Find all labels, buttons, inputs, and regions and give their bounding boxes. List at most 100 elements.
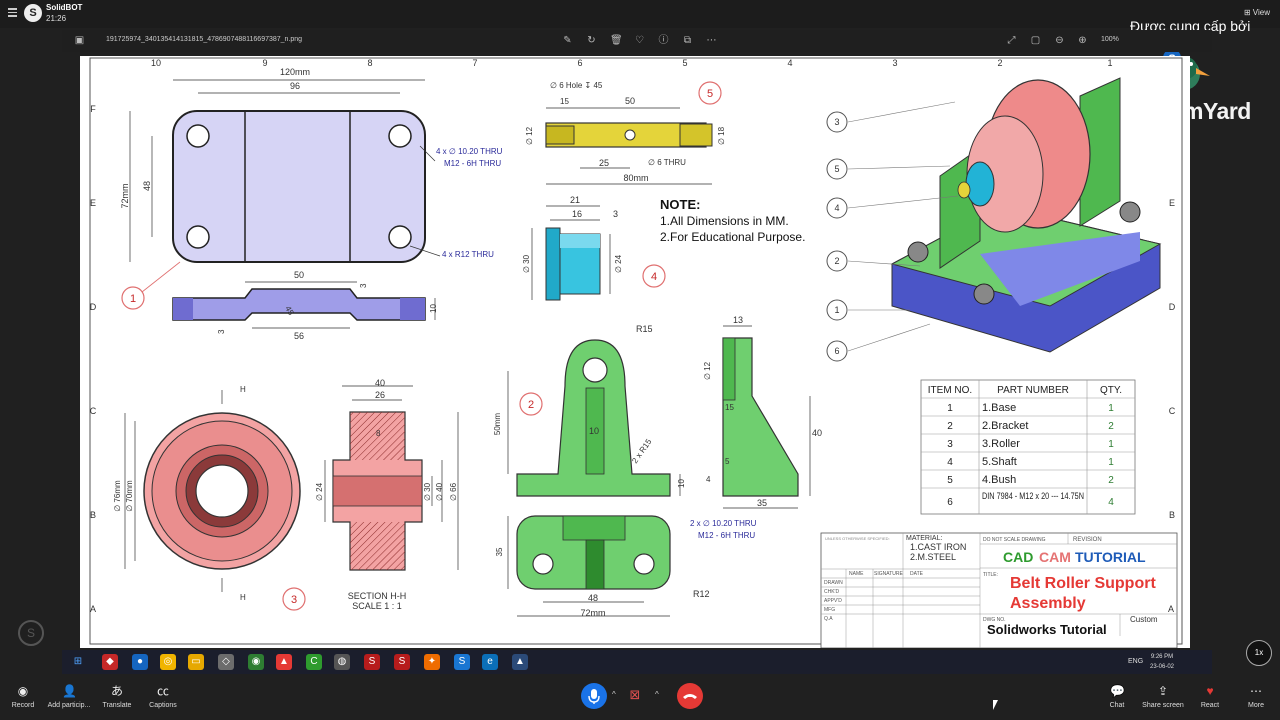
- dim-text: ∅ 24: [614, 254, 623, 273]
- iso-balloon: 4: [826, 197, 848, 219]
- dim-text: 72mm: [580, 608, 605, 618]
- dim-text: ∅ 40: [435, 482, 444, 501]
- app-icon[interactable]: C: [306, 654, 322, 670]
- dim-text: 96: [290, 81, 300, 91]
- zoom-level: 100%: [1101, 36, 1119, 43]
- meeting-header: S SolidBOT 21:26 ⊞ View: [0, 0, 1280, 28]
- more-options-icon[interactable]: ⋯: [706, 35, 717, 46]
- bot-name: SolidBOT: [46, 3, 83, 12]
- app-icon[interactable]: ◇: [218, 654, 234, 670]
- balloon-2: 2: [519, 392, 543, 416]
- fullscreen-icon[interactable]: ⤢: [1006, 35, 1017, 46]
- microphone-button[interactable]: [581, 683, 607, 709]
- dim-text: 21: [570, 195, 580, 205]
- dwg-number: Solidworks Tutorial: [987, 622, 1107, 637]
- section-marker: H: [240, 593, 246, 602]
- edge-icon[interactable]: e: [482, 654, 498, 670]
- translate-icon: あ: [110, 684, 123, 698]
- app-icon[interactable]: ◍: [334, 654, 350, 670]
- app-icon[interactable]: ▲: [276, 654, 292, 670]
- app-icon[interactable]: S: [364, 654, 380, 670]
- add-participants-button[interactable]: 👤 Add particip...: [44, 684, 94, 709]
- record-button[interactable]: ◉ Record: [8, 684, 38, 709]
- hang-up-button[interactable]: [677, 683, 703, 709]
- balloon-4: 4: [642, 264, 666, 288]
- section-marker: H: [240, 385, 246, 394]
- zoom-in-icon[interactable]: ⊕: [1077, 35, 1088, 46]
- window-icon[interactable]: ▢: [1030, 35, 1041, 46]
- rotate-icon[interactable]: ↻: [586, 35, 597, 46]
- app-icon[interactable]: ◆: [102, 654, 118, 670]
- zone-number: 5: [682, 58, 687, 68]
- bom-item: 4: [947, 457, 953, 468]
- language-indicator[interactable]: ENG: [1128, 658, 1143, 665]
- bom-item: 6: [947, 497, 953, 508]
- title-block-note: UNLESS OTHERWISE SPECIFIED:: [825, 536, 890, 541]
- photos-icon[interactable]: ▲: [512, 654, 528, 670]
- crop-icon[interactable]: ⧉: [682, 35, 693, 46]
- zone-number: 10: [151, 58, 161, 68]
- balloon-5: 5: [698, 81, 722, 105]
- image-viewer-toolbar: ▣ 191725974_340135414131815_478690748811…: [62, 30, 1212, 52]
- info-icon[interactable]: ⓘ: [658, 35, 669, 46]
- app-icon[interactable]: S: [394, 654, 410, 670]
- col-header: SIGNATURE: [874, 571, 903, 577]
- menu-icon[interactable]: [8, 8, 17, 19]
- bush-view: [531, 205, 611, 301]
- playback-speed-button[interactable]: 1x: [1246, 640, 1272, 666]
- app-icon[interactable]: ◎: [160, 654, 176, 670]
- dim-text: 10: [589, 426, 599, 436]
- bom-item: 2: [947, 421, 953, 432]
- share-screen-button[interactable]: ⇪ Share screen: [1140, 684, 1186, 709]
- app-icon[interactable]: ●: [132, 654, 148, 670]
- roller-front-view: [124, 390, 301, 592]
- row-label: APPV'D: [824, 598, 842, 604]
- more-label: More: [1248, 702, 1264, 709]
- balloon-number: 3: [834, 117, 839, 127]
- delete-icon[interactable]: 🗑: [610, 35, 623, 46]
- system-clock[interactable]: 9:26 PM 23-06-02: [1150, 652, 1174, 672]
- balloon-number: 4: [834, 203, 839, 213]
- isometric-assembly: [847, 77, 1162, 353]
- edit-icon[interactable]: ✎: [562, 35, 573, 46]
- view-button[interactable]: ⊞ View: [1244, 8, 1270, 17]
- mic-options-chevron-icon[interactable]: ^: [612, 690, 616, 699]
- dim-text: 15: [560, 97, 569, 106]
- row-label: MFG: [824, 607, 835, 613]
- app-icon[interactable]: ✦: [424, 654, 440, 670]
- start-icon[interactable]: ⊞: [70, 654, 86, 670]
- iso-balloon: 3: [826, 111, 848, 133]
- react-button[interactable]: ♥ React: [1195, 684, 1225, 709]
- camera-off-button[interactable]: ⊠: [625, 687, 645, 705]
- zone-letter: B: [1169, 510, 1175, 520]
- drawing-title: Assembly: [1010, 595, 1086, 612]
- tutorial-label: TUTORIAL: [1075, 549, 1146, 565]
- zoom-out-icon[interactable]: ⊖: [1054, 35, 1065, 46]
- dim-text: 2 x R15: [630, 437, 654, 465]
- favorite-icon[interactable]: ♡: [634, 35, 645, 46]
- app-icon[interactable]: S: [454, 654, 470, 670]
- note-line: 2.For Educational Purpose.: [660, 230, 805, 244]
- captions-button[interactable]: ㏄ Captions: [146, 684, 180, 709]
- dim-text: 10: [677, 479, 686, 488]
- translate-label: Translate: [102, 702, 132, 709]
- zone-letter: C: [90, 406, 97, 416]
- camera-options-chevron-icon[interactable]: ^: [655, 690, 659, 699]
- image-icon[interactable]: ▣: [74, 35, 85, 46]
- folder-icon[interactable]: ▭: [188, 654, 204, 670]
- dim-text: 80mm: [623, 173, 648, 183]
- translate-button[interactable]: あ Translate: [100, 684, 134, 709]
- chat-button[interactable]: 💬 Chat: [1100, 684, 1134, 709]
- chrome-icon[interactable]: ◉: [248, 654, 264, 670]
- dim-text: 25: [599, 158, 609, 168]
- dim-text: ∅ 66: [449, 482, 458, 501]
- dim-text: 16: [572, 209, 582, 219]
- cam-label: CAM: [1039, 549, 1071, 565]
- bom-part: 3.Roller: [982, 438, 1020, 450]
- more-button[interactable]: ⋯ More: [1242, 684, 1270, 709]
- dim-text: 48: [142, 181, 152, 191]
- balloon-number: 5: [707, 88, 713, 100]
- roller-section-view: [324, 385, 459, 571]
- bom-item: 5: [947, 475, 953, 486]
- dim-text: 13: [733, 315, 743, 325]
